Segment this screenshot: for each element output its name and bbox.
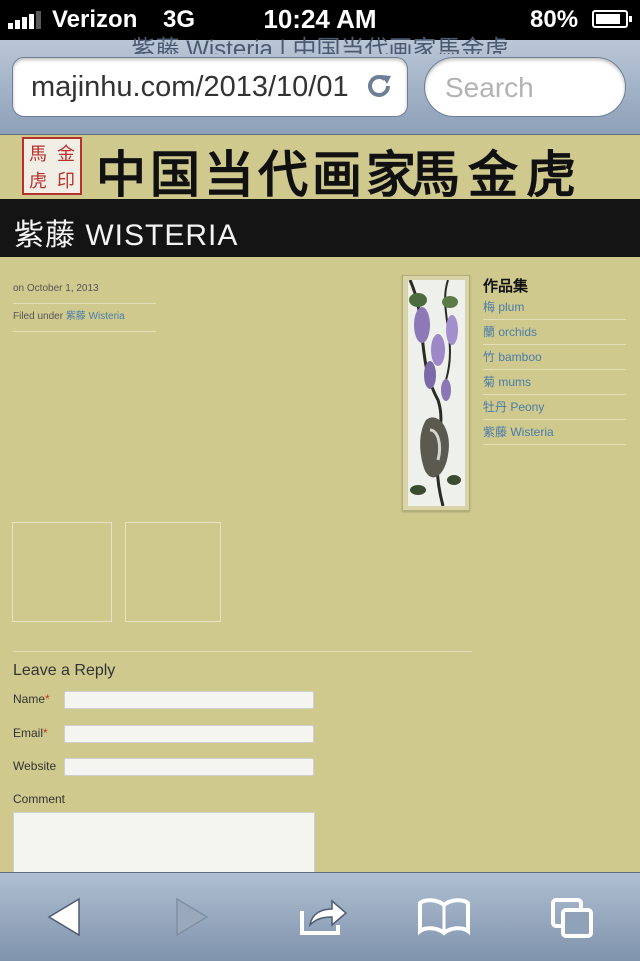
share-icon xyxy=(300,899,348,935)
gallery-thumbnail[interactable] xyxy=(125,522,221,622)
seal-char: 金 xyxy=(57,143,75,165)
search-placeholder: Search xyxy=(445,72,534,103)
website-field[interactable] xyxy=(64,758,314,776)
post-category: Filed under 紫藤 Wisteria xyxy=(13,308,156,332)
site-header[interactable]: 馬 金 虎 印 中国当代画家 馬金虎 xyxy=(0,135,640,204)
artist-name-calligraphy: 馬金虎 xyxy=(410,145,584,204)
search-field[interactable]: Search xyxy=(424,57,626,117)
reload-icon[interactable] xyxy=(363,70,395,102)
comment-label: Comment xyxy=(13,792,66,806)
category-link[interactable]: 紫藤 Wisteria xyxy=(66,311,125,322)
website-label: Website xyxy=(13,759,57,773)
sidebar-item-mums[interactable]: 菊 mums xyxy=(483,370,626,395)
bookmarks-button[interactable] xyxy=(416,891,472,943)
seal-char: 印 xyxy=(57,170,75,192)
sidebar-item-orchids[interactable]: 蘭 orchids xyxy=(483,320,626,345)
post-meta: on October 1, 2013 Filed under 紫藤 Wister… xyxy=(13,280,156,332)
sidebar-item-bamboo[interactable]: 竹 bamboo xyxy=(483,345,626,370)
sidebar-item-peony[interactable]: 牡丹 Peony xyxy=(483,395,626,420)
back-arrow-icon xyxy=(47,897,80,937)
seal-char: 虎 xyxy=(29,170,47,192)
post-title: 紫藤 WISTERIA xyxy=(14,219,239,252)
reply-heading: Leave a Reply xyxy=(13,662,116,679)
wisteria-painting-image[interactable] xyxy=(402,275,470,511)
post-date: on October 1, 2013 xyxy=(13,280,156,304)
address-bar[interactable]: majinhu.com/2013/10/01 xyxy=(12,57,408,117)
email-label-text: Email xyxy=(13,726,44,740)
forward-arrow-icon xyxy=(176,897,209,937)
email-field[interactable] xyxy=(64,725,314,743)
filed-under-label: Filed under xyxy=(13,311,64,322)
sidebar-portfolio: 作品集 梅 plum 蘭 orchids 竹 bamboo 菊 mums 牡丹 … xyxy=(483,275,626,445)
name-field[interactable] xyxy=(64,691,314,709)
gallery-thumbnail[interactable] xyxy=(12,522,112,622)
url-text[interactable]: majinhu.com/2013/10/01 xyxy=(31,71,361,104)
content-divider xyxy=(13,651,472,652)
email-label: Email* xyxy=(13,726,48,740)
bookmarks-icon xyxy=(418,898,470,936)
page-title: 紫藤 Wisteria | 中国当代画家馬金虎 xyxy=(131,36,509,54)
site-calligraphy-title: 中国当代画家 xyxy=(96,145,420,204)
browser-toolbar xyxy=(0,872,640,961)
tabs-button[interactable] xyxy=(544,891,600,943)
tabs-icon xyxy=(551,898,593,938)
required-mark: * xyxy=(45,692,50,706)
sidebar-heading: 作品集 xyxy=(483,278,529,295)
name-label: Name* xyxy=(13,692,50,706)
forward-button[interactable] xyxy=(164,891,220,943)
name-label-text: Name xyxy=(13,692,46,706)
post-title-band: 紫藤 WISTERIA xyxy=(0,199,640,257)
battery-icon xyxy=(592,10,632,28)
browser-nav-bar: 紫藤 Wisteria | 中国当代画家馬金虎 majinhu.com/2013… xyxy=(0,36,640,135)
back-button[interactable] xyxy=(36,891,92,943)
battery-percent: 80% xyxy=(530,6,579,33)
seal-char: 馬 xyxy=(29,143,47,165)
sidebar-item-plum[interactable]: 梅 plum xyxy=(483,295,626,320)
seal-logo: 馬 金 虎 印 xyxy=(22,137,82,195)
share-button[interactable] xyxy=(296,891,352,943)
sidebar-item-wisteria[interactable]: 紫藤 Wisteria xyxy=(483,420,626,445)
required-mark: * xyxy=(43,726,48,740)
